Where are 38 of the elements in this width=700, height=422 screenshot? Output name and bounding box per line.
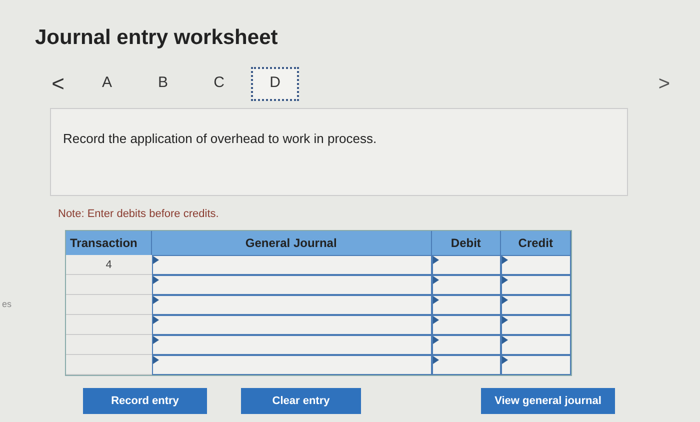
input-field[interactable] [152, 355, 432, 375]
input-field[interactable] [501, 275, 572, 295]
marker-icon [152, 276, 159, 284]
input-field[interactable] [501, 255, 572, 275]
input-field[interactable] [501, 315, 572, 335]
input-field[interactable] [432, 295, 502, 315]
marker-icon [152, 256, 159, 264]
input-field[interactable] [152, 335, 432, 355]
margin-text: es [2, 298, 12, 311]
column-header: Transaction [66, 231, 152, 255]
input-field[interactable] [432, 255, 502, 275]
note-text: Note: Enter debits before credits. [58, 206, 220, 222]
action-button[interactable]: Clear entry [241, 388, 361, 414]
marker-icon [152, 296, 159, 304]
action-button[interactable]: View general journal [481, 388, 615, 414]
action-button[interactable]: Record entry [83, 388, 207, 414]
input-field[interactable] [152, 315, 432, 335]
tab[interactable]: D [251, 66, 299, 100]
input-field[interactable] [432, 275, 502, 295]
input-field[interactable] [152, 255, 432, 275]
marker-icon [152, 316, 159, 324]
prev-button[interactable]: < [43, 67, 73, 100]
tab[interactable]: A [83, 66, 131, 100]
next-button[interactable]: > [658, 68, 670, 98]
marker-icon [152, 336, 159, 344]
input-field[interactable] [432, 335, 502, 355]
input-field[interactable] [432, 315, 502, 335]
input-field[interactable] [152, 275, 432, 295]
prompt-text: Record the application of overhead to work in process. [63, 130, 378, 148]
marker-icon [152, 356, 159, 364]
input-field[interactable] [432, 355, 502, 375]
page-title: Journal entry worksheet [35, 25, 279, 51]
input-field[interactable] [152, 295, 432, 315]
tab[interactable]: C [195, 66, 243, 100]
input-field[interactable] [501, 335, 572, 355]
tab[interactable]: B [139, 66, 187, 100]
input-field[interactable] [501, 295, 572, 315]
input-field[interactable] [501, 355, 572, 375]
